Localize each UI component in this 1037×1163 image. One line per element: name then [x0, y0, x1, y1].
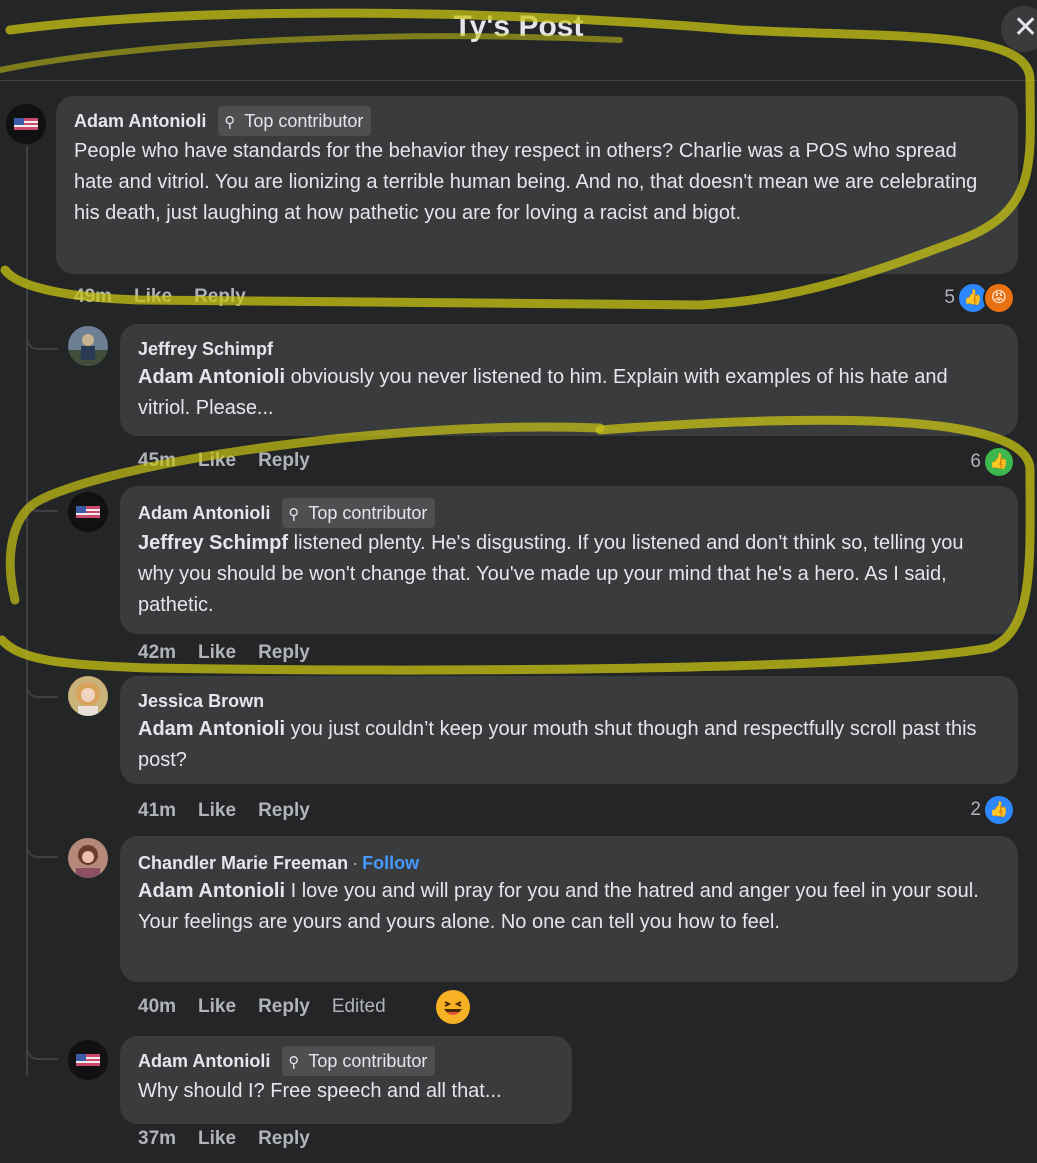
dialog-title: Ty's Post	[453, 10, 584, 43]
comment-text: People who have standards for the behavi…	[74, 140, 978, 224]
comment-bubble: Adam Antonioli ⚲ Top contributor Why shoul…	[120, 1036, 572, 1124]
reaction-summary[interactable]: 5 👍 😡	[944, 282, 1015, 314]
dialog-header: Ty's Post ✕	[0, 0, 1037, 81]
badge-label: Top contributor	[244, 111, 364, 131]
comment-author[interactable]: Jessica Brown	[138, 691, 264, 711]
laughing-face-icon[interactable]	[436, 990, 470, 1024]
avatar[interactable]	[68, 492, 108, 532]
like-button[interactable]: Like	[198, 996, 236, 1017]
reaction-count: 2	[970, 799, 981, 821]
comments-dialog: Ty's Post ✕ Adam Antonioli ⚲ Top contribut…	[0, 0, 1037, 1163]
mention-link[interactable]: Jeffrey Schimpf	[138, 532, 288, 554]
comment-author[interactable]: Adam Antonioli	[138, 1051, 270, 1071]
avatar[interactable]	[68, 1040, 108, 1080]
edited-label: Edited	[331, 996, 386, 1017]
badge-icon: ⚲	[288, 506, 300, 523]
angry-face-icon: 😡	[983, 282, 1015, 314]
top-contributor-badge: ⚲ Top contributor	[282, 498, 436, 528]
avatar[interactable]	[68, 838, 108, 878]
top-contributor-badge: ⚲ Top contributor	[282, 1046, 436, 1076]
thread-connector	[26, 1044, 58, 1060]
like-button[interactable]: Like	[198, 1128, 236, 1149]
mention-link[interactable]: Adam Antonioli	[138, 366, 285, 388]
flag-avatar-icon	[68, 1040, 108, 1080]
comment-time[interactable]: 45m	[138, 450, 176, 471]
reaction-count: 5	[944, 287, 955, 309]
thread-connector	[26, 496, 58, 512]
like-button[interactable]: Like	[198, 642, 236, 663]
mention-link[interactable]: Adam Antonioli	[138, 880, 285, 902]
badge-icon: ⚲	[224, 114, 236, 131]
comment-bubble: Chandler Marie Freeman · Follow Adam Anton…	[120, 836, 1018, 982]
like-button[interactable]: Like	[198, 800, 236, 821]
reaction-summary[interactable]: 2 👍	[970, 794, 1015, 826]
top-contributor-badge: ⚲ Top contributor	[218, 106, 372, 136]
comment-time[interactable]: 37m	[138, 1128, 176, 1149]
comment-actions: 37m Like Reply	[138, 1128, 332, 1150]
comment-author[interactable]: Adam Antonioli	[74, 111, 206, 131]
thread-connector	[26, 334, 58, 350]
like-button[interactable]: Like	[198, 450, 236, 471]
avatar[interactable]	[6, 104, 46, 144]
reply-button[interactable]: Reply	[258, 800, 310, 821]
avatar[interactable]	[68, 676, 108, 716]
avatar[interactable]	[68, 326, 108, 366]
thread-line	[26, 146, 28, 1076]
comment-actions: 42m Like Reply	[138, 642, 332, 664]
comment-actions: 49m Like Reply	[74, 286, 268, 308]
reaction-count: 6	[970, 451, 981, 473]
comment-time[interactable]: 40m	[138, 996, 176, 1017]
comment-bubble: Jeffrey Schimpf Adam Antonioli obviously…	[120, 324, 1018, 436]
reply-button[interactable]: Reply	[194, 286, 246, 307]
flag-avatar-icon	[6, 104, 46, 144]
thumbs-up-icon: 👍	[983, 794, 1015, 826]
comment-time[interactable]: 49m	[74, 286, 112, 307]
comment-bubble: Adam Antonioli ⚲ Top contributor People wh…	[56, 96, 1018, 274]
comment-actions: 40m Like Reply Edited	[138, 996, 408, 1018]
mention-link[interactable]: Adam Antonioli	[138, 718, 285, 740]
comment-bubble: Adam Antonioli ⚲ Top contributor Jeffrey S…	[120, 486, 1018, 634]
comment-author[interactable]: Chandler Marie Freeman	[138, 853, 348, 873]
badge-label: Top contributor	[308, 1051, 428, 1071]
badge-icon: ⚲	[288, 1054, 300, 1071]
close-icon[interactable]: ✕	[1001, 6, 1037, 52]
thread-connector	[26, 682, 58, 698]
reply-button[interactable]: Reply	[258, 1128, 310, 1149]
comment-text: Why should I? Free speech and all that..…	[138, 1080, 502, 1102]
person-avatar-icon	[68, 838, 108, 878]
reaction-summary[interactable]: 6 👍	[970, 446, 1015, 478]
thread-connector	[26, 842, 58, 858]
separator-dot: ·	[352, 853, 359, 873]
comment-author[interactable]: Jeffrey Schimpf	[138, 339, 273, 359]
comment-actions: 41m Like Reply	[138, 800, 332, 822]
reply-button[interactable]: Reply	[258, 642, 310, 663]
person-avatar-icon	[68, 326, 108, 366]
comment-author[interactable]: Adam Antonioli	[138, 503, 270, 523]
comment-time[interactable]: 42m	[138, 642, 176, 663]
reply-button[interactable]: Reply	[258, 450, 310, 471]
follow-button[interactable]: Follow	[362, 853, 419, 873]
person-avatar-icon	[68, 676, 108, 716]
thumbs-up-icon: 👍	[983, 446, 1015, 478]
comment-time[interactable]: 41m	[138, 800, 176, 821]
comment-actions: 45m Like Reply	[138, 450, 332, 472]
flag-avatar-icon	[68, 492, 108, 532]
like-button[interactable]: Like	[134, 286, 172, 307]
badge-label: Top contributor	[308, 503, 428, 523]
comment-bubble: Jessica Brown Adam Antonioli you just co…	[120, 676, 1018, 784]
reply-button[interactable]: Reply	[258, 996, 310, 1017]
